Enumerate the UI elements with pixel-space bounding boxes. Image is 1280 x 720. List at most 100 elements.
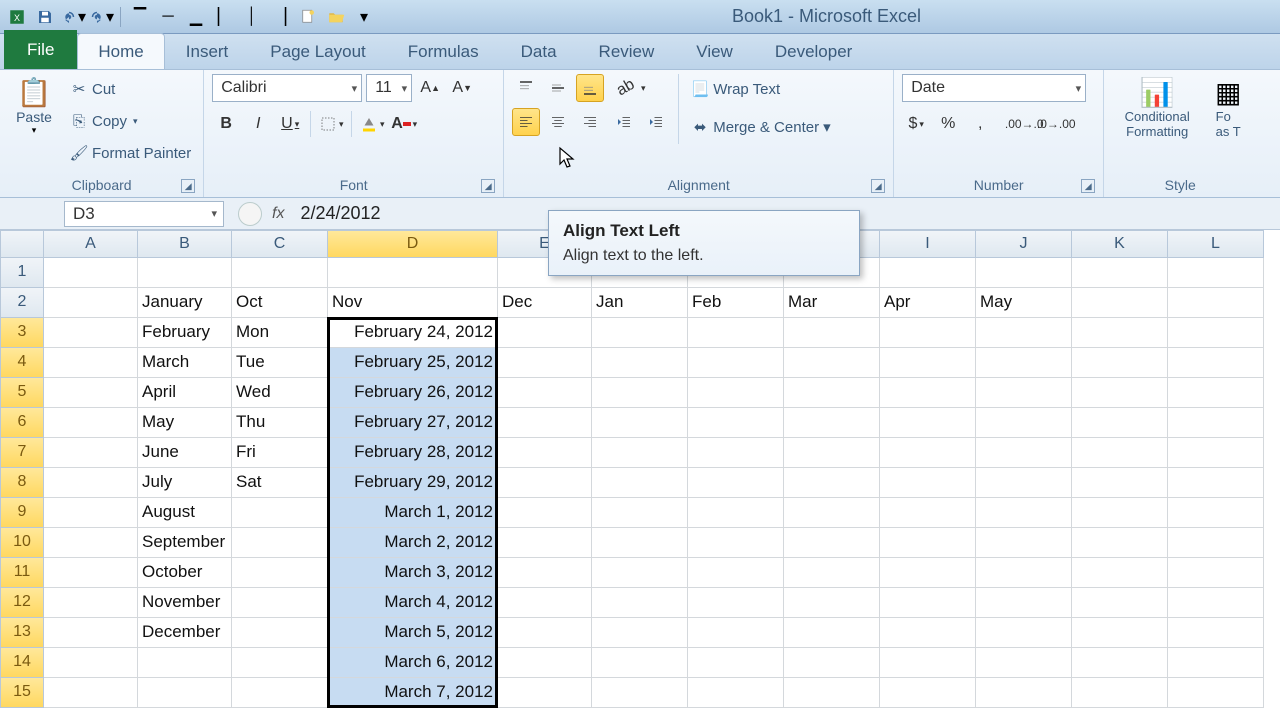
- tab-data[interactable]: Data: [500, 33, 578, 69]
- name-box[interactable]: D3: [64, 201, 224, 227]
- align-middle-button[interactable]: [544, 74, 572, 102]
- cell[interactable]: [784, 438, 880, 468]
- cell[interactable]: [498, 498, 592, 528]
- cell[interactable]: [976, 588, 1072, 618]
- cell[interactable]: [592, 348, 688, 378]
- cell[interactable]: [976, 618, 1072, 648]
- cell[interactable]: [976, 558, 1072, 588]
- save-icon[interactable]: [32, 4, 58, 30]
- row-header[interactable]: 2: [0, 288, 44, 318]
- cell[interactable]: Fri: [232, 438, 328, 468]
- tab-developer[interactable]: Developer: [754, 33, 874, 69]
- cell[interactable]: [1072, 498, 1168, 528]
- cell[interactable]: [880, 318, 976, 348]
- format-painter-button[interactable]: 🖌Format Painter: [66, 138, 195, 168]
- number-format-combo[interactable]: Date: [902, 74, 1086, 102]
- cell[interactable]: [880, 348, 976, 378]
- cell[interactable]: February 24, 2012: [328, 318, 498, 348]
- border-right-icon[interactable]: ▕: [267, 4, 293, 30]
- cell[interactable]: [1168, 588, 1264, 618]
- borders-button[interactable]: ▾: [317, 110, 345, 138]
- cell[interactable]: [1168, 498, 1264, 528]
- cell[interactable]: March 5, 2012: [328, 618, 498, 648]
- row-header[interactable]: 13: [0, 618, 44, 648]
- shrink-font-button[interactable]: A▼: [448, 74, 476, 102]
- excel-icon[interactable]: X: [4, 4, 30, 30]
- cell[interactable]: [880, 258, 976, 288]
- tab-insert[interactable]: Insert: [165, 33, 250, 69]
- font-launcher-icon[interactable]: ◢: [481, 179, 495, 193]
- tab-view[interactable]: View: [675, 33, 754, 69]
- cell[interactable]: [44, 408, 138, 438]
- cell[interactable]: [1072, 438, 1168, 468]
- cell[interactable]: [44, 648, 138, 678]
- cell[interactable]: December: [138, 618, 232, 648]
- cell[interactable]: July: [138, 468, 232, 498]
- increase-decimal-button[interactable]: .00→.0: [1010, 110, 1038, 138]
- cell[interactable]: [976, 648, 1072, 678]
- new-icon[interactable]: [295, 4, 321, 30]
- cell[interactable]: [498, 528, 592, 558]
- cell[interactable]: Mon: [232, 318, 328, 348]
- number-launcher-icon[interactable]: ◢: [1081, 179, 1095, 193]
- cell[interactable]: [880, 528, 976, 558]
- cell[interactable]: Nov: [328, 288, 498, 318]
- cell[interactable]: [592, 618, 688, 648]
- cell[interactable]: Oct: [232, 288, 328, 318]
- cell[interactable]: [232, 558, 328, 588]
- redo-icon[interactable]: ▾: [88, 4, 114, 30]
- font-name-combo[interactable]: Calibri: [212, 74, 362, 102]
- cell[interactable]: [138, 678, 232, 708]
- row-header[interactable]: 14: [0, 648, 44, 678]
- cell[interactable]: [880, 438, 976, 468]
- cell[interactable]: [688, 348, 784, 378]
- cell[interactable]: March 6, 2012: [328, 648, 498, 678]
- cell[interactable]: [1072, 258, 1168, 288]
- cell[interactable]: [1072, 648, 1168, 678]
- cell[interactable]: [1168, 678, 1264, 708]
- underline-button[interactable]: U▾: [276, 110, 304, 138]
- cell[interactable]: [688, 378, 784, 408]
- col-header-L[interactable]: L: [1168, 230, 1264, 258]
- cell[interactable]: [44, 498, 138, 528]
- row-header[interactable]: 10: [0, 528, 44, 558]
- row-header[interactable]: 9: [0, 498, 44, 528]
- cell[interactable]: May: [138, 408, 232, 438]
- cell[interactable]: [498, 588, 592, 618]
- cell[interactable]: Mar: [784, 288, 880, 318]
- cell[interactable]: [784, 378, 880, 408]
- cell[interactable]: February 27, 2012: [328, 408, 498, 438]
- cell[interactable]: [232, 588, 328, 618]
- comma-button[interactable]: ,: [966, 110, 994, 138]
- cell[interactable]: [498, 468, 592, 498]
- border-bottom-icon[interactable]: ▁: [183, 4, 209, 30]
- cell[interactable]: [784, 468, 880, 498]
- cell[interactable]: [1072, 378, 1168, 408]
- cell[interactable]: September: [138, 528, 232, 558]
- decrease-indent-button[interactable]: [610, 108, 638, 136]
- cell[interactable]: November: [138, 588, 232, 618]
- tab-file[interactable]: File: [4, 30, 77, 69]
- tab-formulas[interactable]: Formulas: [387, 33, 500, 69]
- cell[interactable]: [1168, 408, 1264, 438]
- cell[interactable]: [44, 468, 138, 498]
- cell[interactable]: Wed: [232, 378, 328, 408]
- cell[interactable]: [1168, 528, 1264, 558]
- cell[interactable]: [1072, 588, 1168, 618]
- cell[interactable]: [44, 288, 138, 318]
- cell[interactable]: June: [138, 438, 232, 468]
- qat-customize-icon[interactable]: ▾: [351, 4, 377, 30]
- row-header[interactable]: 4: [0, 348, 44, 378]
- cell[interactable]: [688, 318, 784, 348]
- cell[interactable]: [1072, 348, 1168, 378]
- cell[interactable]: Jan: [592, 288, 688, 318]
- merge-center-button[interactable]: ⬌Merge & Center▾: [687, 112, 834, 142]
- tab-page-layout[interactable]: Page Layout: [249, 33, 386, 69]
- cell[interactable]: [688, 588, 784, 618]
- increase-indent-button[interactable]: [642, 108, 670, 136]
- cell[interactable]: [976, 408, 1072, 438]
- cell[interactable]: Apr: [880, 288, 976, 318]
- cell[interactable]: Tue: [232, 348, 328, 378]
- row-header[interactable]: 11: [0, 558, 44, 588]
- clipboard-launcher-icon[interactable]: ◢: [181, 179, 195, 193]
